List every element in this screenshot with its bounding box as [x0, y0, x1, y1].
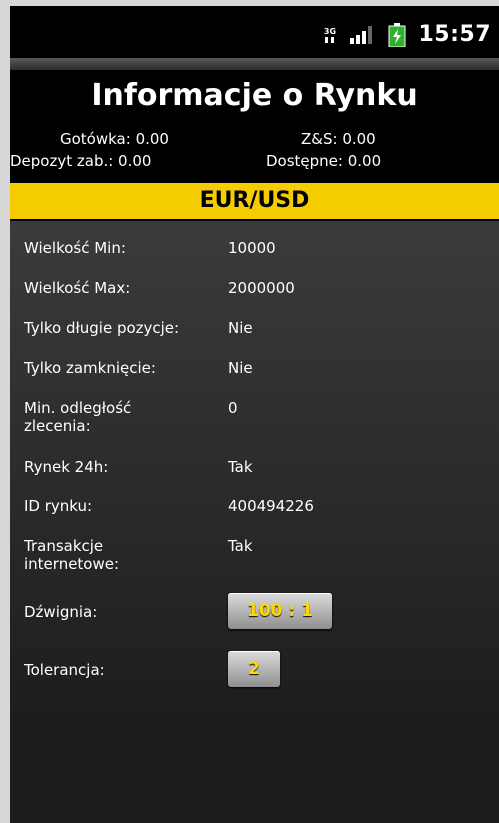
- detail-label: Transakcje internetowe:: [24, 537, 120, 573]
- status-icons: 3G 15:57: [322, 22, 491, 47]
- margin-label: Depozyt zab.: 0.00: [10, 152, 152, 170]
- detail-label: Tylko długie pozycje:: [24, 319, 180, 337]
- svg-text:3G: 3G: [324, 27, 336, 36]
- detail-label: Wielkość Max:: [24, 279, 131, 297]
- detail-value: 2000000: [228, 279, 295, 297]
- leverage-value: 100 : 1: [247, 601, 313, 621]
- signal-icon: [350, 25, 376, 44]
- page-title: Informacje o Rynku: [91, 78, 418, 113]
- instrument-header: EUR/USD: [10, 183, 499, 219]
- tolerance-value: 2: [248, 659, 260, 679]
- detail-label: Wielkość Min:: [24, 239, 126, 257]
- title-bar-shade: [10, 58, 499, 70]
- status-bar: 3G 15:57: [10, 6, 499, 58]
- detail-value: Tak: [228, 537, 253, 555]
- data-3g-icon: 3G: [322, 26, 338, 44]
- battery-icon: [388, 22, 406, 47]
- detail-value: Nie: [228, 359, 253, 377]
- tolerance-button[interactable]: 2: [228, 651, 280, 687]
- phone-screen: 3G 15:57 Informacje o Rynku Gotówka: 0.0…: [10, 6, 499, 823]
- detail-label: Rynek 24h:: [24, 458, 109, 476]
- detail-value: 0: [228, 399, 238, 417]
- detail-label: Min. odległość zlecenia:: [24, 399, 132, 435]
- detail-value: Tak: [228, 458, 253, 476]
- instrument-name: EUR/USD: [199, 188, 310, 213]
- detail-label: Tylko zamknięcie:: [24, 359, 156, 377]
- detail-value: 10000: [228, 239, 276, 257]
- leverage-label: Dźwignia:: [24, 603, 98, 621]
- status-time: 15:57: [418, 22, 491, 47]
- pnl-label: Z&S: 0.00: [301, 130, 376, 148]
- market-details: Wielkość Min: 10000 Wielkość Max: 200000…: [10, 221, 499, 823]
- leverage-button[interactable]: 100 : 1: [228, 593, 332, 629]
- detail-value: Nie: [228, 319, 253, 337]
- available-label: Dostępne: 0.00: [266, 152, 382, 170]
- cash-label: Gotówka: 0.00: [60, 130, 169, 148]
- detail-label: ID rynku:: [24, 497, 93, 515]
- detail-value: 400494226: [228, 497, 314, 515]
- tolerance-label: Tolerancja:: [24, 661, 105, 679]
- account-summary: Gotówka: 0.00 Z&S: 0.00 Depozyt zab.: 0.…: [10, 130, 499, 182]
